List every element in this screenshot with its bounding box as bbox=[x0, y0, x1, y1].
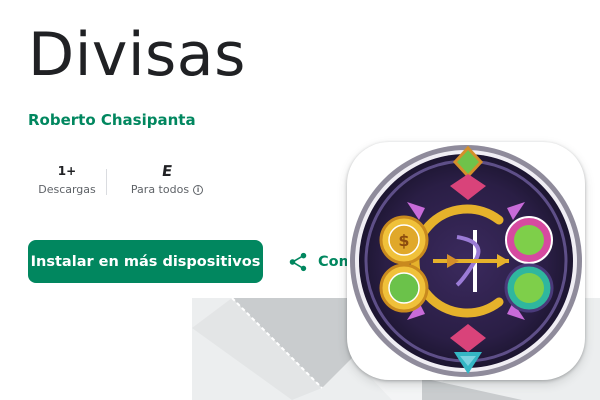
downloads-stat: 1+ Descargas bbox=[28, 160, 106, 202]
rating-label: Para todos i bbox=[130, 182, 204, 198]
stats-row: 1+ Descargas E Para todos i bbox=[28, 160, 227, 202]
developer-link[interactable]: Roberto Chasipanta bbox=[28, 111, 196, 129]
share-button[interactable]: Com bbox=[287, 248, 354, 276]
svg-text:$: $ bbox=[398, 231, 409, 250]
app-icon: $ bbox=[347, 142, 585, 380]
install-button[interactable]: Instalar en más dispositivos bbox=[28, 240, 263, 283]
downloads-label: Descargas bbox=[38, 182, 96, 198]
info-icon[interactable]: i bbox=[193, 185, 204, 195]
rating-e-glyph: E bbox=[160, 162, 174, 180]
app-icon-art: $ bbox=[350, 145, 582, 377]
rating-label-text: Para todos bbox=[130, 183, 190, 196]
downloads-count: 1+ bbox=[57, 164, 77, 178]
app-title: Divisas bbox=[28, 20, 246, 90]
content-rating-stat[interactable]: E Para todos i bbox=[107, 160, 227, 202]
esrb-everyone-icon: E bbox=[160, 160, 174, 182]
downloads-label-text: Descargas bbox=[38, 183, 96, 196]
share-icon bbox=[289, 252, 307, 272]
